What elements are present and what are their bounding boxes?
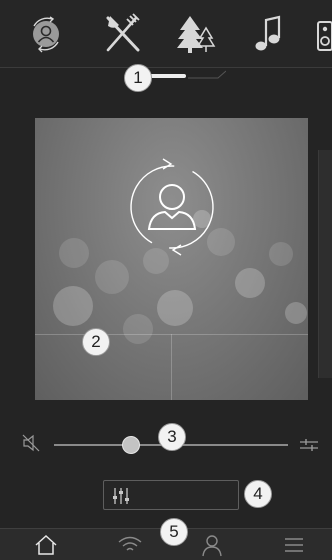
person-icon xyxy=(202,535,222,557)
bokeh-light xyxy=(53,286,93,326)
bokeh-light xyxy=(157,290,193,326)
pull-down-handle[interactable] xyxy=(150,74,186,78)
speaker-muted-icon[interactable] xyxy=(22,434,42,452)
bokeh-light xyxy=(235,268,265,298)
sliders-icon xyxy=(113,488,129,504)
sound-settings-button[interactable] xyxy=(103,480,239,510)
home-button[interactable] xyxy=(32,532,60,558)
menu-button[interactable] xyxy=(280,532,308,558)
callout-2: 2 xyxy=(82,328,110,356)
music-button[interactable] xyxy=(243,8,295,60)
callout-1: 1 xyxy=(124,64,152,92)
callout-5: 5 xyxy=(160,518,188,546)
profile-switch-button[interactable] xyxy=(20,8,72,60)
wifi-icon xyxy=(118,536,142,551)
fork-knife-icon xyxy=(106,13,140,52)
handle-edge-line xyxy=(188,70,226,79)
top-nav-bar xyxy=(0,0,332,68)
home-icon xyxy=(35,534,57,555)
nature-button[interactable] xyxy=(170,8,222,60)
speaker-icon xyxy=(317,21,332,51)
card-divider-vertical xyxy=(171,334,172,400)
speaker-button[interactable] xyxy=(306,8,332,60)
callout-3: 3 xyxy=(158,423,186,451)
bokeh-light xyxy=(123,314,153,344)
menu-icon xyxy=(285,538,303,552)
music-note-icon xyxy=(255,15,281,51)
bokeh-light xyxy=(59,238,89,268)
profile-switch-icon xyxy=(33,16,59,53)
callout-4: 4 xyxy=(244,480,272,508)
bokeh-light xyxy=(285,302,307,324)
profile-switch-large-icon xyxy=(130,158,214,256)
wifi-button[interactable] xyxy=(116,532,144,558)
profile-button[interactable] xyxy=(198,532,226,558)
bokeh-light xyxy=(95,260,129,294)
bokeh-light xyxy=(269,242,293,266)
side-panel-edge xyxy=(318,150,332,378)
restaurants-button[interactable] xyxy=(96,8,148,60)
trees-icon xyxy=(177,16,216,53)
equalizer-icon[interactable] xyxy=(298,437,320,453)
